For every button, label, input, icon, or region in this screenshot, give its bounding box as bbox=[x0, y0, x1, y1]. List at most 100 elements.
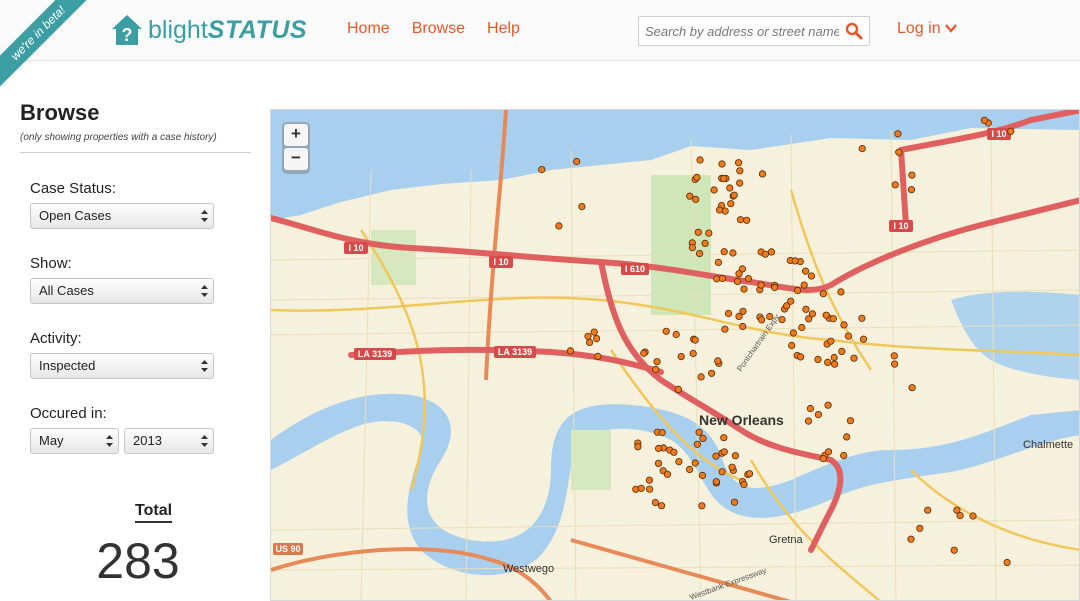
case-marker[interactable] bbox=[837, 288, 845, 296]
case-marker[interactable] bbox=[724, 309, 733, 318]
case-marker[interactable] bbox=[698, 471, 707, 480]
case-marker[interactable] bbox=[895, 148, 903, 156]
case-marker[interactable] bbox=[778, 316, 786, 324]
case-marker[interactable] bbox=[783, 302, 791, 310]
case-marker[interactable] bbox=[806, 404, 815, 413]
case-marker[interactable] bbox=[718, 468, 726, 476]
case-marker[interactable] bbox=[712, 452, 720, 460]
case-marker[interactable] bbox=[654, 444, 663, 453]
case-marker[interactable] bbox=[685, 465, 694, 473]
case-marker[interactable] bbox=[634, 443, 642, 451]
case-marker[interactable] bbox=[801, 267, 810, 275]
case-marker[interactable] bbox=[802, 305, 810, 313]
case-marker[interactable] bbox=[840, 451, 848, 460]
case-marker[interactable] bbox=[693, 440, 701, 448]
case-marker[interactable] bbox=[720, 448, 728, 456]
case-marker[interactable] bbox=[694, 228, 702, 236]
case-marker[interactable] bbox=[691, 336, 699, 344]
search-icon[interactable] bbox=[845, 22, 863, 40]
case-marker[interactable] bbox=[645, 476, 653, 484]
map-canvas[interactable]: I 10 I 10 I 610 I 10 I 10 LA 3139 LA 313… bbox=[271, 110, 1080, 601]
case-marker[interactable] bbox=[950, 546, 958, 554]
case-marker[interactable] bbox=[824, 401, 832, 409]
case-marker[interactable] bbox=[672, 330, 680, 339]
case-marker[interactable] bbox=[843, 433, 851, 441]
case-marker[interactable] bbox=[953, 506, 961, 514]
nav-home[interactable]: Home bbox=[347, 20, 390, 38]
case-marker[interactable] bbox=[715, 206, 724, 214]
case-marker[interactable] bbox=[691, 459, 699, 467]
case-marker[interactable] bbox=[695, 428, 703, 436]
case-marker[interactable] bbox=[701, 239, 709, 247]
case-marker[interactable] bbox=[654, 459, 663, 467]
case-marker[interactable] bbox=[692, 195, 700, 204]
zoom-in-button[interactable]: + bbox=[284, 124, 308, 146]
case-marker[interactable] bbox=[731, 452, 739, 460]
case-marker[interactable] bbox=[830, 360, 839, 368]
case-marker[interactable] bbox=[791, 257, 799, 265]
case-marker[interactable] bbox=[796, 353, 805, 361]
case-marker[interactable] bbox=[718, 274, 726, 283]
case-marker[interactable] bbox=[698, 502, 706, 510]
nav-help[interactable]: Help bbox=[487, 20, 520, 38]
case-marker[interactable] bbox=[824, 358, 832, 366]
case-marker[interactable] bbox=[728, 463, 736, 471]
case-marker[interactable] bbox=[800, 281, 808, 289]
case-marker[interactable] bbox=[788, 341, 796, 350]
case-marker[interactable] bbox=[674, 385, 682, 393]
case-marker[interactable] bbox=[745, 470, 754, 478]
case-marker[interactable] bbox=[733, 277, 742, 286]
show-select[interactable]: All Cases bbox=[30, 278, 214, 304]
search-input[interactable] bbox=[639, 17, 839, 45]
case-marker[interactable] bbox=[566, 347, 574, 355]
case-marker[interactable] bbox=[850, 354, 858, 362]
case-marker[interactable] bbox=[814, 355, 822, 363]
case-marker[interactable] bbox=[798, 323, 806, 332]
case-marker[interactable] bbox=[688, 244, 696, 252]
case-marker[interactable] bbox=[924, 506, 932, 514]
case-marker[interactable] bbox=[720, 175, 728, 183]
case-marker[interactable] bbox=[858, 314, 866, 322]
case-marker[interactable] bbox=[584, 332, 592, 340]
case-marker[interactable] bbox=[789, 329, 798, 337]
case-marker[interactable] bbox=[743, 216, 751, 224]
case-marker[interactable] bbox=[663, 470, 672, 478]
case-marker[interactable] bbox=[675, 457, 683, 466]
case-marker[interactable] bbox=[767, 248, 776, 256]
case-marker[interactable] bbox=[590, 328, 598, 336]
case-marker[interactable] bbox=[578, 203, 586, 211]
case-marker[interactable] bbox=[740, 480, 748, 489]
case-marker[interactable] bbox=[859, 335, 868, 343]
case-marker[interactable] bbox=[829, 315, 837, 323]
case-marker[interactable] bbox=[846, 417, 855, 425]
case-marker[interactable] bbox=[740, 285, 748, 293]
case-marker[interactable] bbox=[718, 160, 726, 168]
case-marker[interactable] bbox=[840, 321, 848, 329]
case-marker[interactable] bbox=[735, 312, 743, 320]
case-marker[interactable] bbox=[714, 357, 722, 365]
case-marker[interactable] bbox=[771, 283, 779, 292]
case-marker[interactable] bbox=[720, 434, 728, 442]
case-marker[interactable] bbox=[907, 186, 916, 194]
case-marker[interactable] bbox=[652, 365, 660, 374]
case-marker[interactable] bbox=[662, 327, 670, 335]
case-marker[interactable] bbox=[670, 448, 678, 456]
case-marker[interactable] bbox=[757, 316, 766, 324]
case-marker[interactable] bbox=[736, 216, 745, 224]
case-marker[interactable] bbox=[651, 498, 659, 507]
case-marker[interactable] bbox=[844, 332, 853, 340]
case-marker[interactable] bbox=[890, 360, 899, 368]
case-marker[interactable] bbox=[699, 434, 707, 442]
case-marker[interactable] bbox=[739, 322, 747, 331]
case-marker[interactable] bbox=[726, 184, 734, 192]
case-marker[interactable] bbox=[730, 498, 739, 506]
case-marker[interactable] bbox=[657, 502, 666, 510]
case-marker[interactable] bbox=[736, 167, 744, 175]
case-marker[interactable] bbox=[721, 325, 729, 333]
case-marker[interactable] bbox=[824, 448, 833, 456]
case-marker[interactable] bbox=[653, 358, 661, 366]
case-marker[interactable] bbox=[761, 250, 769, 258]
case-marker[interactable] bbox=[645, 485, 654, 493]
case-marker[interactable] bbox=[757, 281, 765, 289]
case-marker[interactable] bbox=[714, 258, 722, 266]
